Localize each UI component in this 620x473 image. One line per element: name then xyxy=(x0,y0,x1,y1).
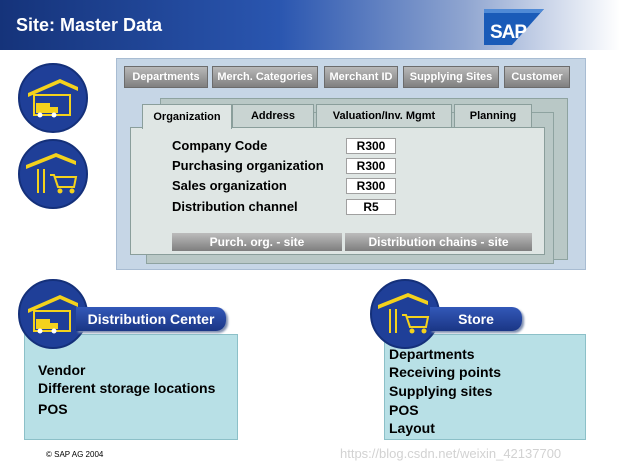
tab-organization[interactable]: Organization xyxy=(142,104,232,129)
tab-merch-categories[interactable]: Merch. Categories xyxy=(212,66,318,88)
tab-customer[interactable]: Customer xyxy=(504,66,570,88)
tab-valuation-inv-mgmt[interactable]: Valuation/Inv. Mgmt xyxy=(316,104,452,128)
list-item: Layout xyxy=(389,420,435,436)
distribution-channel-label: Distribution channel xyxy=(172,199,298,214)
list-item: Receiving points xyxy=(389,364,502,380)
list-item: POS xyxy=(38,401,68,417)
distribution-chains-site-bar[interactable]: Distribution chains - site xyxy=(345,233,532,251)
copyright-text: © SAP AG 2004 xyxy=(46,450,104,459)
list-item: Different storage locations xyxy=(38,380,216,396)
company-code-label: Company Code xyxy=(172,138,268,153)
purchasing-organization-field[interactable]: R300 xyxy=(346,158,396,174)
tab-planning[interactable]: Planning xyxy=(454,104,532,128)
company-code-field[interactable]: R300 xyxy=(346,138,396,154)
purchasing-organization-label: Purchasing organization xyxy=(172,158,324,173)
distribution-center-label: Distribution Center xyxy=(76,307,226,331)
tab-supplying-sites[interactable]: Supplying Sites xyxy=(403,66,499,88)
sap-logo-text: SAP xyxy=(490,22,527,43)
tab-address[interactable]: Address xyxy=(232,104,314,128)
watermark-text: https://blog.csdn.net/weixin_42137700 xyxy=(340,446,562,461)
sales-organization-label: Sales organization xyxy=(172,178,287,193)
warehouse-cart-icon xyxy=(26,153,78,194)
warehouse-truck-icon xyxy=(28,79,78,118)
store-label: Store xyxy=(430,307,522,331)
distribution-channel-field[interactable]: R5 xyxy=(346,199,396,215)
purch-org-site-bar[interactable]: Purch. org. - site xyxy=(172,233,342,251)
sales-organization-field[interactable]: R300 xyxy=(346,178,396,194)
page-title: Site: Master Data xyxy=(16,15,163,35)
list-item: Supplying sites xyxy=(389,383,493,399)
warehouse-cart-icon xyxy=(378,293,430,334)
list-item: Departments xyxy=(389,346,475,362)
list-item: Vendor xyxy=(38,362,86,378)
tab-departments[interactable]: Departments xyxy=(124,66,208,88)
tab-merchant-id[interactable]: Merchant ID xyxy=(324,66,398,88)
list-item: POS xyxy=(389,402,419,418)
store-circle-left xyxy=(18,139,88,209)
distribution-center-circle xyxy=(18,63,88,133)
